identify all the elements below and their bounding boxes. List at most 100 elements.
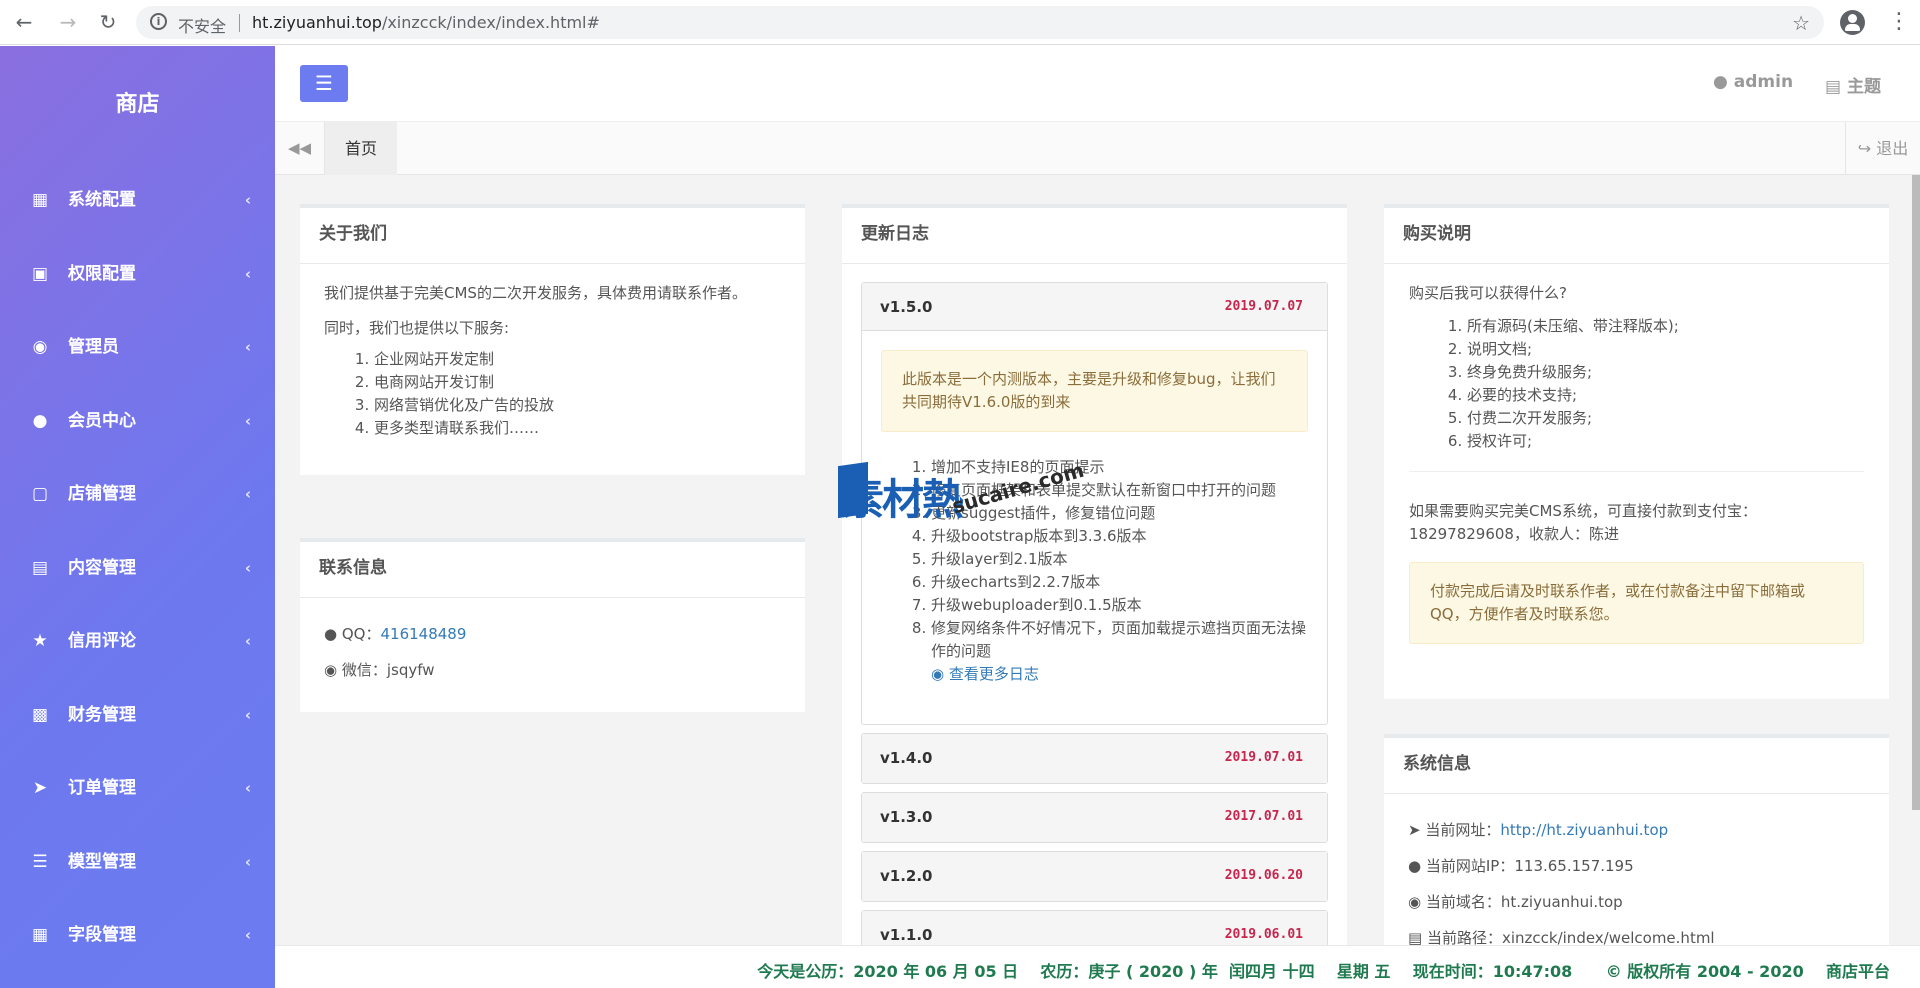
version-header[interactable]: v1.3.0 2017.07.01 bbox=[862, 793, 1327, 842]
main-content: 关于我们 我们提供基于完美CMS的二次开发服务，具体费用请联系作者。 同时，我们… bbox=[275, 175, 1920, 945]
sidebar-item-credit-review[interactable]: ★ 信用评论 ‹ bbox=[0, 605, 275, 679]
qq-icon: ● bbox=[324, 625, 338, 643]
chevron-left-icon: ‹ bbox=[244, 558, 251, 577]
tab-scroll-left-button[interactable]: ◀◀ bbox=[275, 122, 325, 175]
services-intro: 同时，我们也提供以下服务: bbox=[324, 319, 510, 337]
changelog-card: 更新日志 v1.5.0 2019.07.07 此版本是一个内测版本，主要是升级和… bbox=[842, 204, 1347, 945]
sidebar-item-system-config[interactable]: ▦ 系统配置 ‹ bbox=[0, 164, 275, 238]
watermark-cn: 素材熱 bbox=[842, 475, 964, 524]
sysinfo-domain-row: ◉ 当前域名：ht.ziyuanhui.top bbox=[1408, 884, 1865, 920]
forward-arrow-icon[interactable]: → bbox=[56, 10, 80, 34]
sidebar-item-member-center[interactable]: ● 会员中心 ‹ bbox=[0, 385, 275, 459]
user-icon: ● bbox=[1713, 72, 1728, 92]
sidebar-item-field-management[interactable]: ▦ 字段管理 ‹ bbox=[0, 899, 275, 973]
sidebar-item-label: 订单管理 bbox=[68, 778, 136, 798]
chevron-left-icon: ‹ bbox=[244, 632, 251, 650]
list-item: 授权许可; bbox=[1467, 430, 1864, 453]
more-log-link[interactable]: ◉ 查看更多日志 bbox=[931, 665, 1039, 683]
account-icon[interactable] bbox=[1840, 10, 1865, 35]
top-header: ☰ ● admin ▤ 主题 bbox=[275, 46, 1920, 122]
sidebar-item-content-management[interactable]: ▤ 内容管理 ‹ bbox=[0, 532, 275, 606]
logout-label: 退出 bbox=[1876, 139, 1909, 158]
store-icon: ▢ bbox=[31, 484, 49, 504]
back-arrow-icon[interactable]: ← bbox=[12, 10, 36, 34]
sidebar-item-admin[interactable]: ◉ 管理员 ‹ bbox=[0, 311, 275, 385]
list-item: 升级webuploader到0.1.5版本 bbox=[931, 594, 1308, 617]
url-path: /xinzcck/index/index.html# bbox=[381, 13, 600, 32]
version-number: v1.3.0 bbox=[880, 808, 933, 826]
address-bar[interactable]: i 不安全 ht.ziyuanhui.top/xinzcck/index/ind… bbox=[136, 6, 1824, 39]
paper-plane-icon: ➤ bbox=[1408, 821, 1421, 839]
sidebar-item-store-management[interactable]: ▢ 店铺管理 ‹ bbox=[0, 458, 275, 532]
content-scrollbar[interactable] bbox=[1912, 175, 1920, 810]
grid-icon: ▦ bbox=[31, 925, 49, 945]
sysinfo-url-label: 当前网址： bbox=[1425, 821, 1501, 839]
wechat-icon: ◉ bbox=[324, 661, 338, 679]
more-log-row: ◉ 查看更多日志 bbox=[881, 663, 1308, 684]
list-icon: ▤ bbox=[31, 557, 49, 578]
version-header[interactable]: v1.5.0 2019.07.07 bbox=[862, 283, 1327, 331]
sidebar-item-permission-config[interactable]: ▣ 权限配置 ‹ bbox=[0, 238, 275, 312]
version-header[interactable]: v1.2.0 2019.06.20 bbox=[862, 852, 1327, 901]
chevron-left-icon: ‹ bbox=[244, 411, 251, 430]
sidebar-item-label: 店铺管理 bbox=[68, 484, 136, 504]
list-item: 升级layer到2.1版本 bbox=[931, 548, 1308, 571]
eye-icon: ◉ bbox=[931, 665, 945, 683]
purchase-question: 购买后我可以获得什么? bbox=[1409, 284, 1567, 302]
theme-label: 主题 bbox=[1846, 77, 1881, 97]
url-text[interactable]: ht.ziyuanhui.top/xinzcck/index/index.htm… bbox=[252, 13, 600, 32]
sidebar-item-order-management[interactable]: ➤ 订单管理 ‹ bbox=[0, 752, 275, 826]
brand-title: 商店 bbox=[115, 92, 160, 117]
sysinfo-ip-row: ● 当前网站IP：113.65.157.195 bbox=[1408, 848, 1865, 884]
version-panel: v1.1.0 2019.06.01 bbox=[861, 910, 1328, 945]
sidebar-item-finance-management[interactable]: ▩ 财务管理 ‹ bbox=[0, 679, 275, 753]
version-panel: v1.3.0 2017.07.01 bbox=[861, 792, 1328, 843]
purchase-list: 所有源码(未压缩、带注释版本); 说明文档; 终身免费升级服务; 必要的技术支持… bbox=[1409, 315, 1864, 453]
reload-icon[interactable]: ↻ bbox=[96, 10, 120, 34]
bookmark-star-icon[interactable]: ☆ bbox=[1792, 11, 1810, 35]
purchase-card: 购买说明 购买后我可以获得什么? 所有源码(未压缩、带注释版本); 说明文档; … bbox=[1384, 204, 1889, 699]
card-body: ● QQ：416148489 ◉ 微信：jsqyfw bbox=[300, 598, 805, 706]
url-separator bbox=[239, 14, 240, 32]
purchase-notice: 付款完成后请及时联系作者，或在付款备注中留下邮箱或QQ，方便作者及时联系您。 bbox=[1409, 562, 1864, 644]
version-number: v1.5.0 bbox=[880, 298, 933, 316]
theme-icon: ▤ bbox=[1825, 77, 1842, 97]
sidebar-item-model-management[interactable]: ☰ 模型管理 ‹ bbox=[0, 826, 275, 900]
qq-link[interactable]: 416148489 bbox=[381, 625, 467, 643]
card-body: 购买后我可以获得什么? 所有源码(未压缩、带注释版本); 说明文档; 终身免费升… bbox=[1384, 264, 1889, 662]
list-item: 所有源码(未压缩、带注释版本); bbox=[1467, 315, 1864, 338]
qq-icon: ● bbox=[1408, 857, 1422, 875]
list-item: 企业网站开发定制 bbox=[374, 348, 781, 371]
bars-icon: ☰ bbox=[315, 71, 333, 95]
sidebar: 商店 ▦ 系统配置 ‹ ▣ 权限配置 ‹ ◉ 管理员 ‹ ● 会员中心 ‹ ▢ … bbox=[0, 46, 275, 988]
footer-text: 今天是公历：2020 年 06 月 05 日 农历：庚子 ( 2020 ) 年 … bbox=[757, 962, 1890, 981]
info-icon[interactable]: i bbox=[150, 13, 167, 30]
sidebar-item-label: 系统配置 bbox=[68, 190, 136, 210]
sidebar-item-label: 权限配置 bbox=[68, 263, 136, 284]
wechat-icon: ◉ bbox=[1408, 893, 1422, 911]
sysinfo-url-link[interactable]: http://ht.ziyuanhui.top bbox=[1500, 821, 1668, 839]
version-header[interactable]: v1.1.0 2019.06.01 bbox=[862, 911, 1327, 945]
sidebar-toggle-button[interactable]: ☰ bbox=[300, 65, 348, 102]
more-menu-icon[interactable]: ⋮ bbox=[1888, 9, 1910, 35]
logout-button[interactable]: ↪ 退出 bbox=[1845, 122, 1920, 175]
sign-out-icon: ↪ bbox=[1857, 139, 1872, 158]
bar-chart-icon: ▩ bbox=[31, 704, 49, 725]
card-body: 我们提供基于完美CMS的二次开发服务，具体费用请联系作者。 同时，我们也提供以下… bbox=[300, 264, 805, 458]
chevron-left-icon: ‹ bbox=[244, 338, 251, 356]
theme-menu[interactable]: ▤ 主题 bbox=[1825, 72, 1881, 97]
version-date: 2017.07.01 bbox=[1224, 809, 1303, 824]
server-icon: ☰ bbox=[32, 851, 48, 872]
user-menu[interactable]: ● admin bbox=[1713, 72, 1793, 92]
watermark-en: sucaire.com bbox=[949, 457, 1087, 519]
sidebar-item-label: 字段管理 bbox=[68, 925, 136, 945]
sysinfo-ip-value: 113.65.157.195 bbox=[1514, 857, 1634, 875]
version-header[interactable]: v1.4.0 2019.07.01 bbox=[862, 734, 1327, 783]
tab-home[interactable]: 首页 bbox=[325, 122, 397, 175]
more-log-label: 查看更多日志 bbox=[948, 665, 1039, 683]
services-list: 企业网站开发定制 电商网站开发订制 网络营销优化及广告的投放 更多类型请联系我们… bbox=[324, 348, 781, 440]
qq-row: ● QQ：416148489 bbox=[324, 616, 781, 652]
chevron-left-icon: ‹ bbox=[244, 485, 251, 503]
card-body: ➤ 当前网址：http://ht.ziyuanhui.top ● 当前网站IP：… bbox=[1384, 794, 1889, 945]
sidebar-item-label: 信用评论 bbox=[68, 631, 136, 651]
